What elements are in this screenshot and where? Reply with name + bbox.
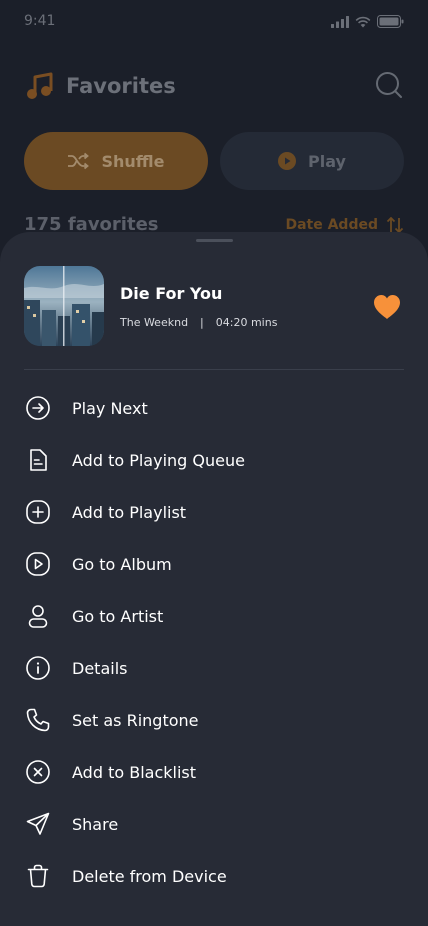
options-menu: Play Next Add to Playing Queue Add to Pl… (24, 382, 404, 902)
music-note-icon (27, 72, 53, 99)
menu-item-label: Share (72, 814, 119, 834)
arrow-right-circle-icon (24, 394, 52, 422)
menu-item-add-to-queue[interactable]: Add to Playing Queue (24, 434, 404, 486)
shuffle-label: Shuffle (101, 151, 165, 171)
heart-icon (374, 295, 400, 319)
status-time: 9:41 (24, 13, 56, 29)
menu-item-play-next[interactable]: Play Next (24, 382, 404, 434)
shuffle-button[interactable]: Shuffle (24, 132, 208, 190)
send-icon (24, 810, 52, 838)
search-button[interactable] (374, 70, 404, 100)
menu-item-share[interactable]: Share (24, 798, 404, 850)
sort-icon (386, 216, 404, 233)
header: Favorites (24, 66, 404, 106)
track-meta: The Weeknd | 04:20 mins (120, 316, 277, 329)
page-title: Favorites (66, 74, 176, 98)
phone-icon (24, 706, 52, 734)
menu-item-label: Add to Playing Queue (72, 450, 245, 470)
album-art-image (24, 266, 104, 346)
options-sheet: Die For You The Weeknd | 04:20 mins Play… (0, 232, 428, 926)
divider (24, 369, 404, 370)
trash-icon (24, 862, 52, 890)
menu-item-go-to-artist[interactable]: Go to Artist (24, 590, 404, 642)
menu-item-details[interactable]: Details (24, 642, 404, 694)
search-icon (376, 72, 402, 98)
queue-icon (24, 446, 52, 474)
menu-item-label: Add to Blacklist (72, 762, 196, 782)
favorite-button[interactable] (372, 292, 402, 322)
sort-button[interactable]: Date Added (285, 216, 404, 233)
info-icon (24, 654, 52, 682)
play-label: Play (308, 151, 346, 171)
status-icons (331, 15, 404, 28)
signal-icon (331, 15, 349, 28)
menu-item-label: Go to Album (72, 554, 172, 574)
menu-item-label: Go to Artist (72, 606, 164, 626)
menu-item-delete[interactable]: Delete from Device (24, 850, 404, 902)
menu-item-label: Set as Ringtone (72, 710, 199, 730)
menu-item-label: Play Next (72, 398, 148, 418)
menu-item-label: Add to Playlist (72, 502, 187, 522)
menu-item-label: Details (72, 658, 128, 678)
sort-label: Date Added (285, 216, 378, 233)
play-circle-icon (278, 152, 297, 170)
user-icon (24, 602, 52, 630)
play-button[interactable]: Play (220, 132, 404, 190)
status-bar: 9:41 (0, 0, 428, 44)
menu-item-go-to-album[interactable]: Go to Album (24, 538, 404, 590)
menu-item-label: Delete from Device (72, 866, 227, 886)
shuffle-icon (68, 152, 90, 170)
menu-item-add-to-blacklist[interactable]: Add to Blacklist (24, 746, 404, 798)
meta-separator: | (200, 316, 204, 329)
play-square-icon (24, 550, 52, 578)
track-title: Die For You (120, 284, 223, 303)
track-duration: 04:20 mins (215, 316, 278, 329)
track-info: Die For You The Weeknd | 04:20 mins (24, 266, 404, 346)
sheet-grab-handle[interactable] (196, 239, 233, 242)
track-artist: The Weeknd (120, 316, 189, 329)
menu-item-add-to-playlist[interactable]: Add to Playlist (24, 486, 404, 538)
close-circle-icon (24, 758, 52, 786)
menu-item-set-ringtone[interactable]: Set as Ringtone (24, 694, 404, 746)
screen: 9:41 Favorites Shuffle Play 175 favorite… (0, 0, 428, 926)
plus-square-icon (24, 498, 52, 526)
action-buttons: Shuffle Play (24, 132, 404, 190)
battery-icon (377, 15, 404, 28)
wifi-icon (355, 16, 371, 27)
album-art (24, 266, 104, 346)
